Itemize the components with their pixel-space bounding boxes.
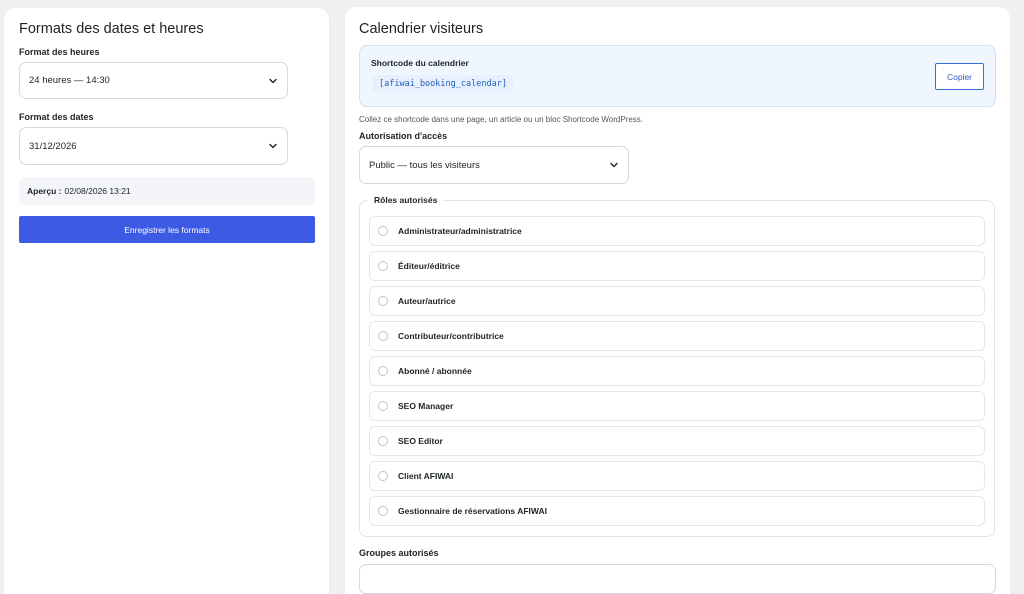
role-label: Auteur/autrice (398, 296, 456, 306)
chevron-down-icon (269, 143, 277, 149)
role-label: Éditeur/éditrice (398, 261, 460, 271)
time-format-select[interactable]: 24 heures — 14:30 (19, 62, 288, 99)
chevron-down-icon (610, 162, 618, 168)
role-label: Administrateur/administratrice (398, 226, 522, 236)
roles-fieldset: Rôles autorisés Administrateur/administr… (359, 195, 995, 537)
role-option[interactable]: Contributeur/contributrice (369, 321, 985, 351)
format-preview: Aperçu : 02/08/2026 13:21 (19, 177, 315, 205)
role-label: Abonné / abonnée (398, 366, 472, 376)
role-label: Gestionnaire de réservations AFIWAI (398, 506, 547, 516)
role-radio[interactable] (378, 366, 388, 376)
role-option[interactable]: SEO Editor (369, 426, 985, 456)
visitor-calendar-card: Calendrier visiteurs Shortcode du calend… (345, 7, 1010, 594)
save-formats-button[interactable]: Enregistrer les formats (19, 216, 315, 243)
role-option[interactable]: Auteur/autrice (369, 286, 985, 316)
copy-shortcode-button[interactable]: Copier (935, 63, 984, 90)
calendar-title: Calendrier visiteurs (359, 21, 484, 37)
formats-title: Formats des dates et heures (19, 21, 204, 37)
settings-page: Formats des dates et heures Format des h… (0, 0, 1024, 594)
role-radio[interactable] (378, 436, 388, 446)
formats-card: Formats des dates et heures Format des h… (4, 8, 329, 594)
role-radio[interactable] (378, 471, 388, 481)
groups-label: Groupes autorisés (359, 548, 439, 558)
role-radio[interactable] (378, 331, 388, 341)
groups-input[interactable] (359, 564, 996, 594)
role-label: SEO Editor (398, 436, 443, 446)
role-radio[interactable] (378, 226, 388, 236)
role-option[interactable]: Administrateur/administratrice (369, 216, 985, 246)
role-radio[interactable] (378, 261, 388, 271)
shortcode-help: Collez ce shortcode dans une page, un ar… (359, 115, 644, 124)
roles-legend: Rôles autorisés (368, 195, 444, 205)
preview-label: Aperçu : (27, 186, 62, 196)
shortcode-value[interactable]: [afiwai_booking_calendar] (373, 75, 513, 93)
chevron-down-icon (269, 78, 277, 83)
date-format-select[interactable]: 31/12/2026 (19, 127, 288, 165)
role-option[interactable]: Éditeur/éditrice (369, 251, 985, 281)
access-select[interactable]: Public — tous les visiteurs (359, 146, 629, 184)
time-format-value: 24 heures — 14:30 (29, 75, 110, 86)
time-format-label: Format des heures (19, 47, 100, 57)
role-radio[interactable] (378, 296, 388, 306)
role-option[interactable]: Abonné / abonnée (369, 356, 985, 386)
role-option[interactable]: Gestionnaire de réservations AFIWAI (369, 496, 985, 526)
role-label: Client AFIWAI (398, 471, 454, 481)
access-label: Autorisation d'accès (359, 131, 448, 141)
preview-value: 02/08/2026 13:21 (64, 186, 131, 196)
access-value: Public — tous les visiteurs (369, 159, 480, 171)
date-format-label: Format des dates (19, 112, 94, 122)
shortcode-label: Shortcode du calendrier (371, 58, 469, 68)
role-radio[interactable] (378, 506, 388, 516)
role-option[interactable]: SEO Manager (369, 391, 985, 421)
role-radio[interactable] (378, 401, 388, 411)
role-option[interactable]: Client AFIWAI (369, 461, 985, 491)
role-label: Contributeur/contributrice (398, 331, 504, 341)
shortcode-box: Shortcode du calendrier [afiwai_booking_… (359, 45, 996, 107)
role-label: SEO Manager (398, 401, 454, 411)
date-format-value: 31/12/2026 (29, 140, 77, 152)
